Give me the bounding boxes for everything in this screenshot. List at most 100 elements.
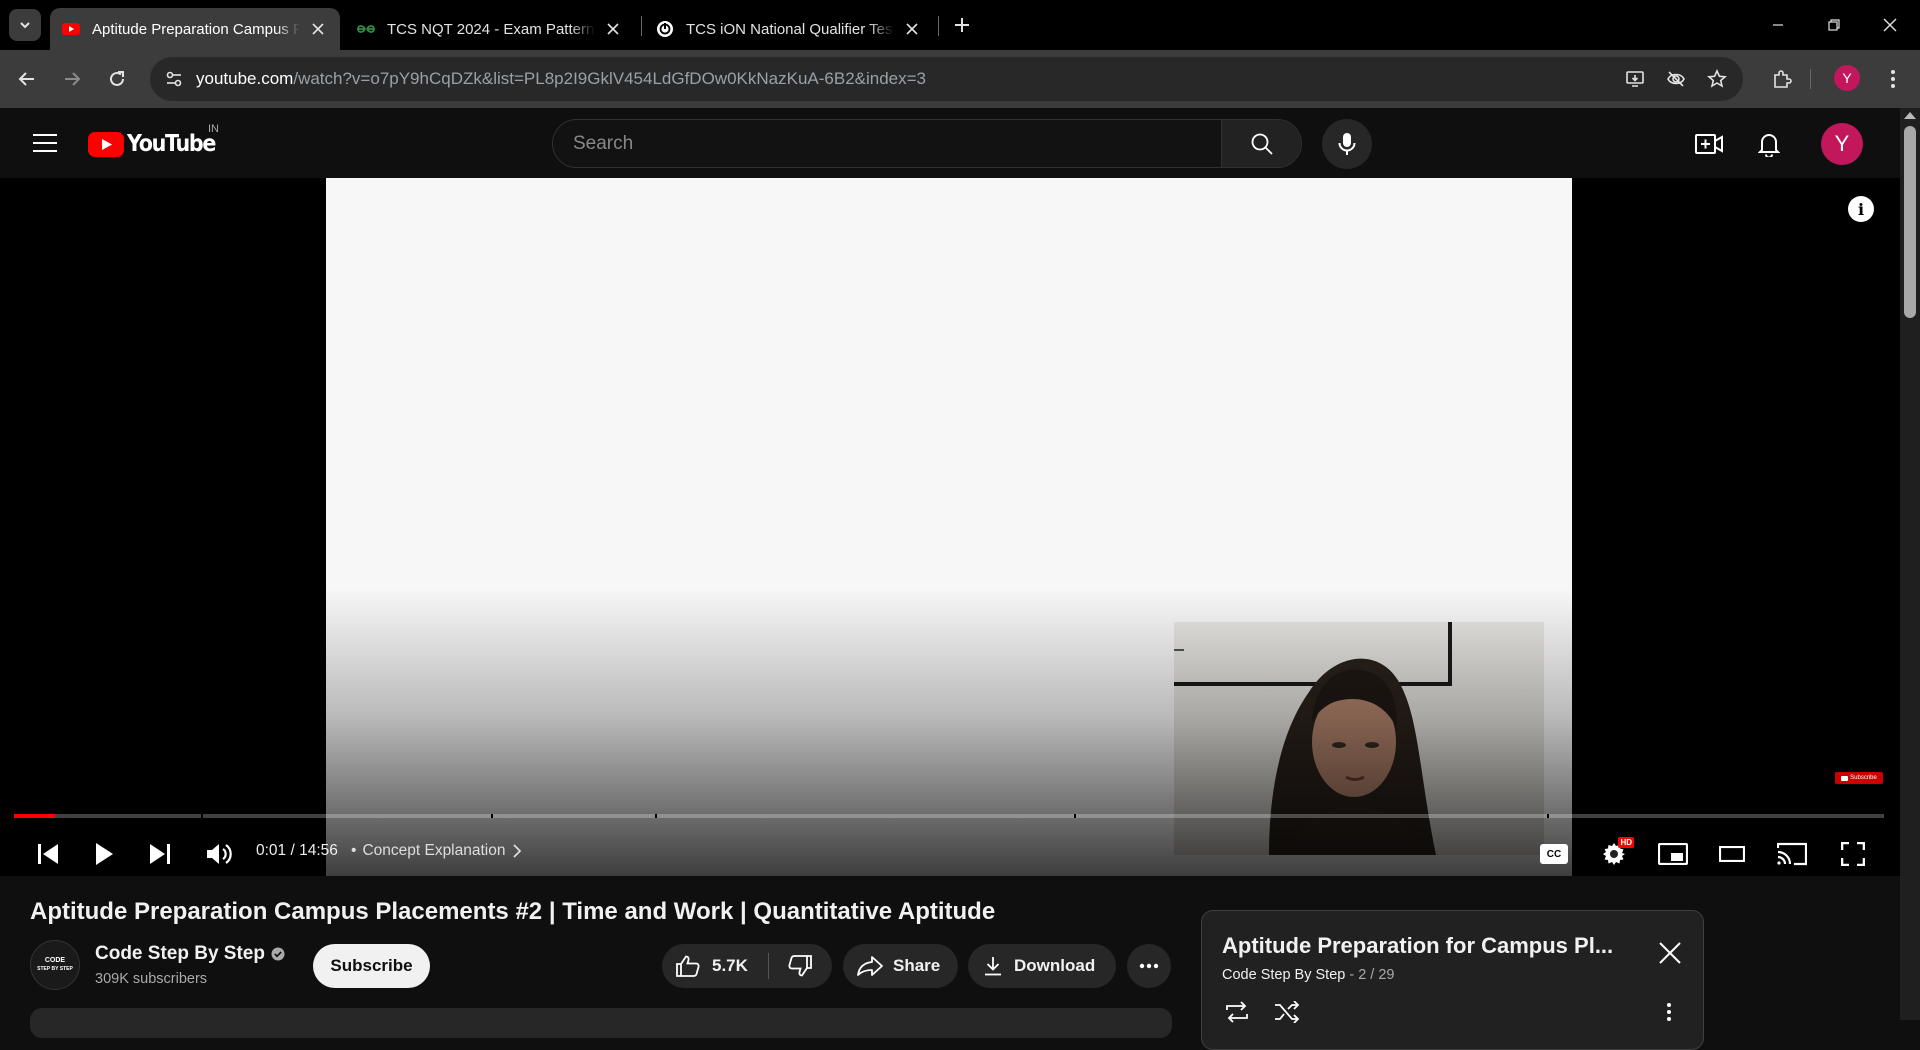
- forward-button[interactable]: [56, 63, 88, 95]
- minimize-button[interactable]: [1750, 0, 1806, 50]
- settings-button[interactable]: HD: [1590, 834, 1638, 874]
- url-host: youtube.com: [196, 69, 294, 88]
- more-vertical-icon: [1666, 1002, 1672, 1022]
- close-tab-icon[interactable]: [902, 19, 922, 39]
- browser-profile-avatar[interactable]: Y: [1834, 65, 1860, 91]
- share-button[interactable]: Share: [843, 944, 958, 988]
- youtube-play-logo-icon: [1841, 775, 1849, 781]
- like-button[interactable]: 5.7K: [662, 944, 768, 988]
- install-app-button[interactable]: [1619, 63, 1651, 95]
- download-label: Download: [1014, 956, 1096, 975]
- download-button[interactable]: Download: [968, 944, 1116, 988]
- arrow-left-icon: [18, 70, 36, 88]
- tracking-protection-button[interactable]: [1660, 63, 1692, 95]
- playlist-title[interactable]: Aptitude Preparation for Campus Pl...: [1222, 933, 1613, 959]
- create-button[interactable]: [1689, 124, 1729, 164]
- shuffle-playlist-button[interactable]: [1270, 995, 1304, 1029]
- tab-separator: [938, 16, 939, 36]
- guide-menu-button[interactable]: [26, 127, 64, 159]
- subscribe-button[interactable]: Subscribe: [313, 944, 430, 988]
- scroll-up-arrow-icon[interactable]: [1904, 112, 1916, 119]
- miniplayer-button[interactable]: [1649, 834, 1697, 874]
- scrollbar-thumb[interactable]: [1904, 126, 1916, 318]
- minimize-icon: [1772, 19, 1784, 31]
- tab-title: TCS iON National Qualifier Test: [686, 20, 894, 38]
- channel-avatar[interactable]: CODE STEP BY STEP: [30, 940, 80, 990]
- search-button[interactable]: [1221, 120, 1301, 167]
- description-box[interactable]: [30, 1008, 1172, 1038]
- youtube-logo[interactable]: YouTube IN: [88, 123, 225, 157]
- plus-icon: [954, 17, 970, 33]
- account-avatar[interactable]: Y: [1821, 123, 1863, 165]
- notifications-button[interactable]: [1749, 124, 1789, 164]
- search-icon: [1250, 132, 1274, 156]
- tab-tcs-ion[interactable]: TCS iON National Qualifier Test: [644, 8, 934, 50]
- playlist-meta: Code Step By Step - 2 / 29: [1222, 967, 1395, 983]
- like-count: 5.7K: [712, 956, 748, 975]
- restore-button[interactable]: [1806, 0, 1862, 50]
- play-button[interactable]: [80, 834, 128, 874]
- back-button[interactable]: [11, 63, 43, 95]
- bookmark-button[interactable]: [1701, 63, 1733, 95]
- share-label: Share: [893, 956, 941, 975]
- current-time: 0:01: [256, 842, 287, 859]
- channel-logo-text: CODE: [44, 957, 66, 964]
- channel-name-text: Code Step By Step: [95, 943, 265, 964]
- video-player[interactable]: i Subscribe 0:01 / 14:56 • Concept Expla…: [0, 178, 1900, 876]
- channel-name[interactable]: Code Step By Step: [95, 943, 285, 965]
- video-title: Aptitude Preparation Campus Placements #…: [30, 898, 996, 925]
- close-playlist-button[interactable]: [1654, 937, 1686, 969]
- like-dislike-bar: 5.7K: [662, 944, 832, 988]
- browser-toolbar: youtube.com/watch?v=o7pY9hCqDZk&list=PL8…: [0, 50, 1920, 108]
- tab-tcs-nqt[interactable]: TCS NQT 2024 - Exam Pattern, Syllabus: [345, 8, 635, 50]
- progress-bar[interactable]: [14, 814, 1884, 818]
- time-separator: /: [286, 842, 300, 859]
- playlist-channel[interactable]: Code Step By Step: [1222, 967, 1345, 983]
- playlist-position: 2 / 29: [1358, 967, 1395, 983]
- close-window-button[interactable]: [1862, 0, 1918, 50]
- time-display: 0:01 / 14:56: [256, 842, 338, 860]
- mute-button[interactable]: [195, 834, 243, 874]
- previous-button[interactable]: [24, 834, 72, 874]
- tab-youtube[interactable]: Aptitude Preparation Campus Placements: [50, 8, 340, 50]
- duration: 14:56: [299, 842, 338, 859]
- voice-search-button[interactable]: [1322, 119, 1372, 169]
- new-tab-button[interactable]: [950, 13, 974, 37]
- url-text[interactable]: youtube.com/watch?v=o7pY9hCqDZk&list=PL8…: [196, 69, 926, 89]
- reload-button[interactable]: [101, 63, 133, 95]
- address-bar[interactable]: youtube.com/watch?v=o7pY9hCqDZk&list=PL8…: [150, 57, 1743, 101]
- hamburger-icon: [33, 134, 57, 152]
- chapter-marker: [1547, 814, 1550, 818]
- tab-separator: [641, 16, 642, 36]
- toolbar-separator: [1810, 69, 1811, 89]
- close-tab-icon[interactable]: [308, 19, 328, 39]
- page-scrollbar[interactable]: [1900, 108, 1920, 1020]
- dislike-button[interactable]: [769, 944, 831, 988]
- theater-mode-button[interactable]: [1708, 834, 1756, 874]
- chapter-button[interactable]: • Concept Explanation: [351, 842, 522, 860]
- cast-button[interactable]: [1768, 834, 1816, 874]
- tab-search-button[interactable]: [9, 9, 41, 41]
- site-info-button[interactable]: [158, 63, 190, 95]
- captions-button[interactable]: CC: [1530, 834, 1578, 874]
- next-button[interactable]: [136, 834, 184, 874]
- youtube-wordmark: YouTube: [127, 131, 216, 157]
- close-tab-icon[interactable]: [603, 19, 623, 39]
- install-icon: [1625, 69, 1645, 89]
- more-actions-button[interactable]: [1127, 944, 1171, 988]
- fullscreen-button[interactable]: [1829, 834, 1877, 874]
- chevron-down-icon: [18, 18, 32, 32]
- close-icon: [1883, 18, 1897, 32]
- chapter-dot: •: [351, 842, 357, 859]
- video-plus-icon: [1695, 133, 1723, 155]
- subscribe-watermark[interactable]: Subscribe: [1835, 772, 1883, 784]
- loop-playlist-button[interactable]: [1220, 995, 1254, 1029]
- browser-menu-button[interactable]: [1877, 63, 1909, 95]
- search-input[interactable]: [573, 120, 1213, 167]
- playlist-menu-button[interactable]: [1652, 995, 1686, 1029]
- progress-played: [14, 814, 56, 818]
- info-card-button[interactable]: i: [1848, 196, 1874, 222]
- microphone-icon: [1338, 132, 1356, 156]
- skip-next-icon: [149, 843, 171, 865]
- extensions-button[interactable]: [1766, 63, 1798, 95]
